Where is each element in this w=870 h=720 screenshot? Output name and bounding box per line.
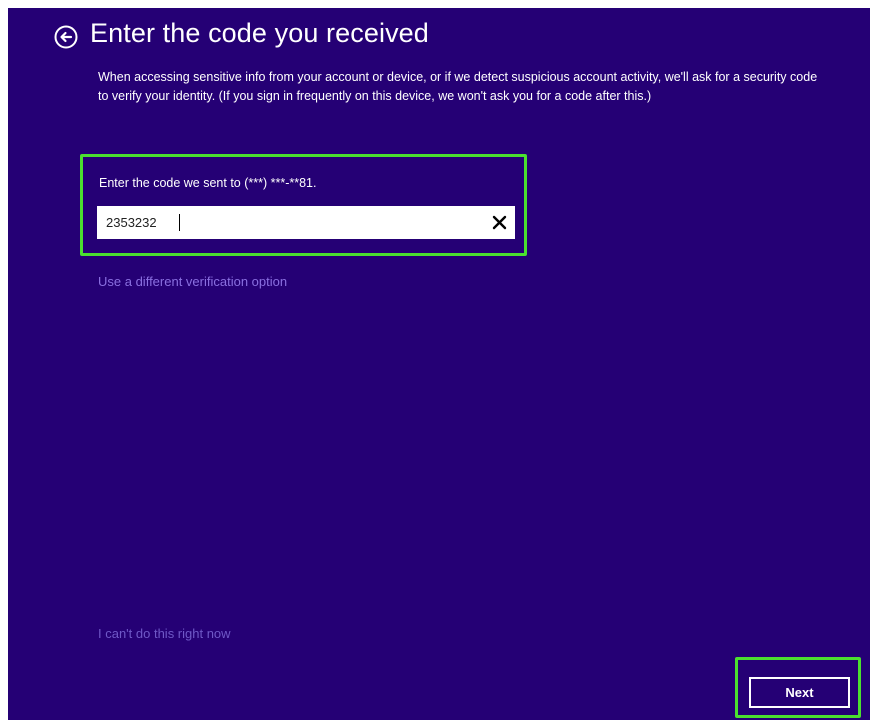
page-title: Enter the code you received [90, 18, 429, 48]
next-button[interactable]: Next [749, 677, 850, 708]
close-icon [492, 215, 507, 230]
description-text: When accessing sensitive info from your … [98, 70, 818, 103]
text-caret [179, 214, 180, 231]
code-field-label: Enter the code we sent to (***) ***-**81… [99, 176, 317, 190]
back-button[interactable] [54, 25, 78, 49]
arrow-left-circle-icon [54, 25, 78, 49]
different-verification-link[interactable]: Use a different verification option [98, 274, 287, 289]
cant-do-now-link[interactable]: I can't do this right now [98, 626, 231, 641]
clear-button[interactable] [490, 213, 509, 232]
setup-screen: Enter the code you received When accessi… [8, 8, 870, 720]
code-input[interactable] [97, 206, 477, 239]
code-input-container [97, 206, 515, 239]
code-highlight-box [80, 154, 527, 256]
